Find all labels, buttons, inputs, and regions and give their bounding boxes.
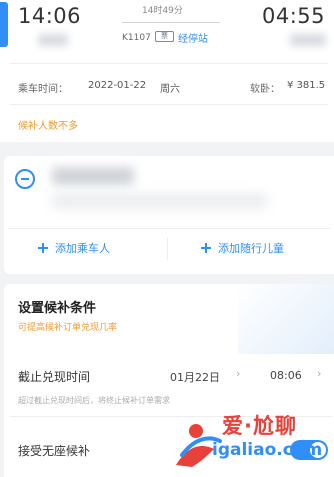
arrival-time: 04:55 bbox=[262, 4, 326, 28]
date-label: 乘车时间： bbox=[18, 84, 68, 95]
arrival-station-blurred bbox=[290, 34, 326, 46]
button-divider bbox=[167, 238, 168, 260]
route-line bbox=[122, 22, 220, 23]
train-number: K1107 bbox=[122, 33, 151, 43]
plus-icon bbox=[38, 243, 48, 253]
plus-icon bbox=[201, 243, 211, 253]
passenger-id-blurred bbox=[52, 195, 267, 207]
seat-type-label: 软卧： bbox=[250, 84, 280, 95]
weekday: 周六 bbox=[160, 84, 180, 95]
add-child-label: 添加随行儿童 bbox=[218, 242, 284, 255]
add-passenger-button[interactable]: 添加乘车人 bbox=[38, 241, 110, 257]
add-child-button[interactable]: 添加随行儿童 bbox=[201, 241, 284, 257]
deadline-date-picker[interactable]: 01月22日 bbox=[170, 369, 220, 385]
deadline-hint: 超过截止兑现时间后，将终止候补订单需求 bbox=[18, 396, 170, 405]
no-seat-label: 接受无座候补 bbox=[18, 444, 91, 458]
chevron-right-icon: › bbox=[236, 367, 241, 380]
divider bbox=[10, 104, 328, 105]
accent-bar bbox=[0, 2, 8, 47]
date-value: 2022-01-22 bbox=[88, 80, 147, 91]
watermark-text: 爱·尬聊 bbox=[222, 414, 297, 438]
minus-circle-icon[interactable] bbox=[15, 169, 35, 189]
divider bbox=[8, 228, 330, 229]
deadline-label: 截止兑现时间 bbox=[18, 370, 91, 384]
divider bbox=[10, 63, 328, 64]
conditions-title: 设置候补条件 bbox=[18, 301, 97, 316]
chevron-right-icon: › bbox=[317, 367, 322, 380]
stopover-link[interactable]: 经停站 bbox=[178, 30, 208, 45]
waitlist-hint: 候补人数不多 bbox=[18, 121, 78, 132]
deadline-time-picker[interactable]: 08:06 bbox=[270, 369, 302, 382]
conditions-background-decoration bbox=[238, 284, 334, 354]
add-passenger-label: 添加乘车人 bbox=[55, 242, 110, 255]
departure-time: 14:06 bbox=[18, 4, 82, 28]
seat-price: ¥ 381.5 bbox=[287, 80, 326, 91]
passenger-name-blurred bbox=[52, 167, 134, 185]
travel-duration: 14时49分 bbox=[142, 6, 183, 16]
conditions-subtitle: 可提高候补订单兑现几率 bbox=[18, 323, 118, 333]
watermark-url: igaliao.com bbox=[212, 440, 323, 460]
ticket-icon: 票 bbox=[155, 31, 174, 42]
departure-station-blurred bbox=[38, 34, 68, 46]
